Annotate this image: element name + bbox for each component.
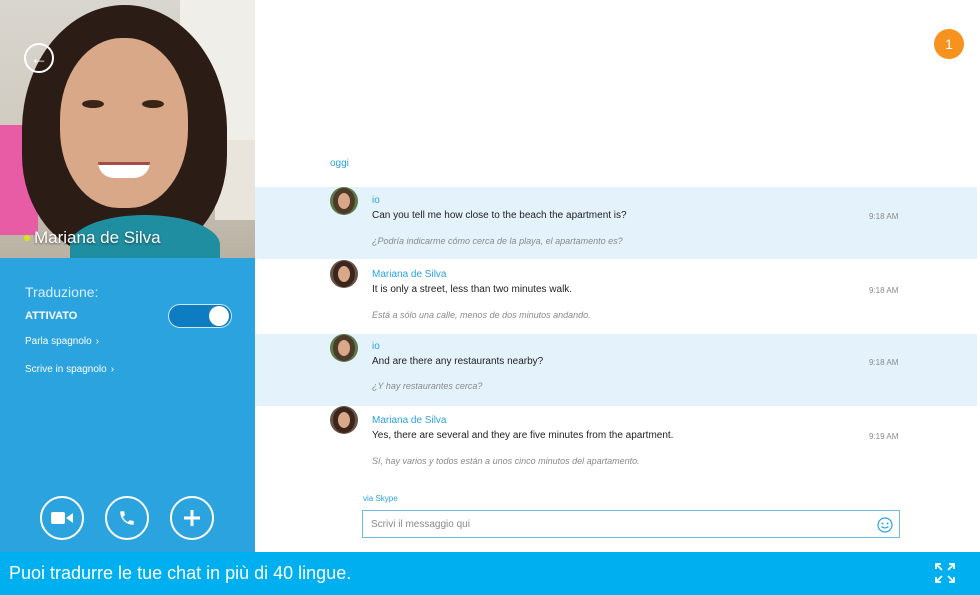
writes-language-label: Scrive in spagnolo bbox=[25, 364, 107, 375]
message-text: It is only a street, less than two minut… bbox=[372, 284, 573, 295]
message-translation: Sí, hay varios y todos están a unos cinc… bbox=[372, 456, 640, 466]
avatar bbox=[330, 334, 358, 362]
avatar bbox=[330, 406, 358, 434]
phone-icon bbox=[120, 511, 134, 525]
contact-eye bbox=[82, 100, 104, 108]
message-text: Can you tell me how close to the beach t… bbox=[372, 210, 627, 221]
contact-video: ← Mariana de Silva bbox=[0, 0, 255, 258]
caption-bar: Puoi tradurre le tue chat in più di 40 l… bbox=[0, 552, 980, 595]
message-translation: ¿Y hay restaurantes cerca? bbox=[372, 381, 483, 391]
message-sender: io bbox=[372, 341, 380, 352]
chevron-right-icon: › bbox=[95, 336, 100, 347]
message-time: 9:19 AM bbox=[869, 432, 899, 441]
presence-dot bbox=[24, 235, 30, 241]
message-translation: ¿Podría indicarme cómo cerca de la playa… bbox=[372, 236, 623, 246]
audio-call-button[interactable] bbox=[105, 496, 149, 540]
translation-label: Traduzione: bbox=[25, 284, 99, 300]
avatar bbox=[330, 187, 358, 215]
avatar bbox=[330, 260, 358, 288]
message-text: And are there any restaurants nearby? bbox=[372, 356, 544, 367]
message-time: 9:18 AM bbox=[869, 286, 899, 295]
chat-message: Mariana de Silva Yes, there are several … bbox=[255, 406, 977, 478]
via-skype-label: via Skype bbox=[363, 494, 398, 503]
chat-message: io And are there any restaurants nearby?… bbox=[255, 334, 977, 406]
video-call-button[interactable] bbox=[40, 496, 84, 540]
speaks-language-link[interactable]: Parla spagnolo › bbox=[25, 336, 99, 347]
contact-face bbox=[60, 38, 188, 208]
chat-message: Mariana de Silva It is only a street, le… bbox=[255, 260, 977, 332]
caption-text: Puoi tradurre le tue chat in più di 40 l… bbox=[9, 563, 352, 583]
message-time: 9:18 AM bbox=[869, 358, 899, 367]
add-participant-button[interactable] bbox=[170, 496, 214, 540]
contact-name-label: Mariana de Silva bbox=[24, 228, 161, 248]
notification-badge[interactable]: 1 bbox=[934, 29, 964, 59]
translation-state: ATTIVATO bbox=[25, 310, 78, 322]
chat-message: io Can you tell me how close to the beac… bbox=[255, 187, 977, 259]
toggle-knob bbox=[209, 306, 229, 326]
contact-smile bbox=[98, 162, 150, 178]
message-input[interactable] bbox=[371, 516, 871, 532]
writes-language-link[interactable]: Scrive in spagnolo › bbox=[25, 364, 114, 375]
message-time: 9:18 AM bbox=[869, 212, 899, 221]
message-translation: Está a sólo una calle, menos de dos minu… bbox=[372, 310, 591, 320]
chevron-right-icon: › bbox=[110, 364, 115, 375]
message-sender: io bbox=[372, 195, 380, 206]
translation-toggle[interactable] bbox=[168, 304, 232, 328]
video-icon bbox=[51, 512, 73, 524]
arrow-left-icon[interactable]: ← bbox=[24, 43, 54, 73]
message-input-box[interactable] bbox=[362, 510, 900, 538]
message-sender: Mariana de Silva bbox=[372, 415, 447, 426]
emoticon-icon[interactable] bbox=[877, 517, 893, 533]
day-separator: oggi bbox=[330, 158, 349, 169]
speaks-language-label: Parla spagnolo bbox=[25, 336, 92, 347]
contact-name: Mariana de Silva bbox=[34, 228, 161, 247]
add-icon bbox=[184, 510, 200, 526]
contact-eye bbox=[142, 100, 164, 108]
message-sender: Mariana de Silva bbox=[372, 269, 447, 280]
call-panel: ← Mariana de Silva Traduzione: ATTIVATO … bbox=[0, 0, 255, 552]
message-text: Yes, there are several and they are five… bbox=[372, 430, 674, 441]
fullscreen-icon[interactable] bbox=[934, 562, 956, 584]
